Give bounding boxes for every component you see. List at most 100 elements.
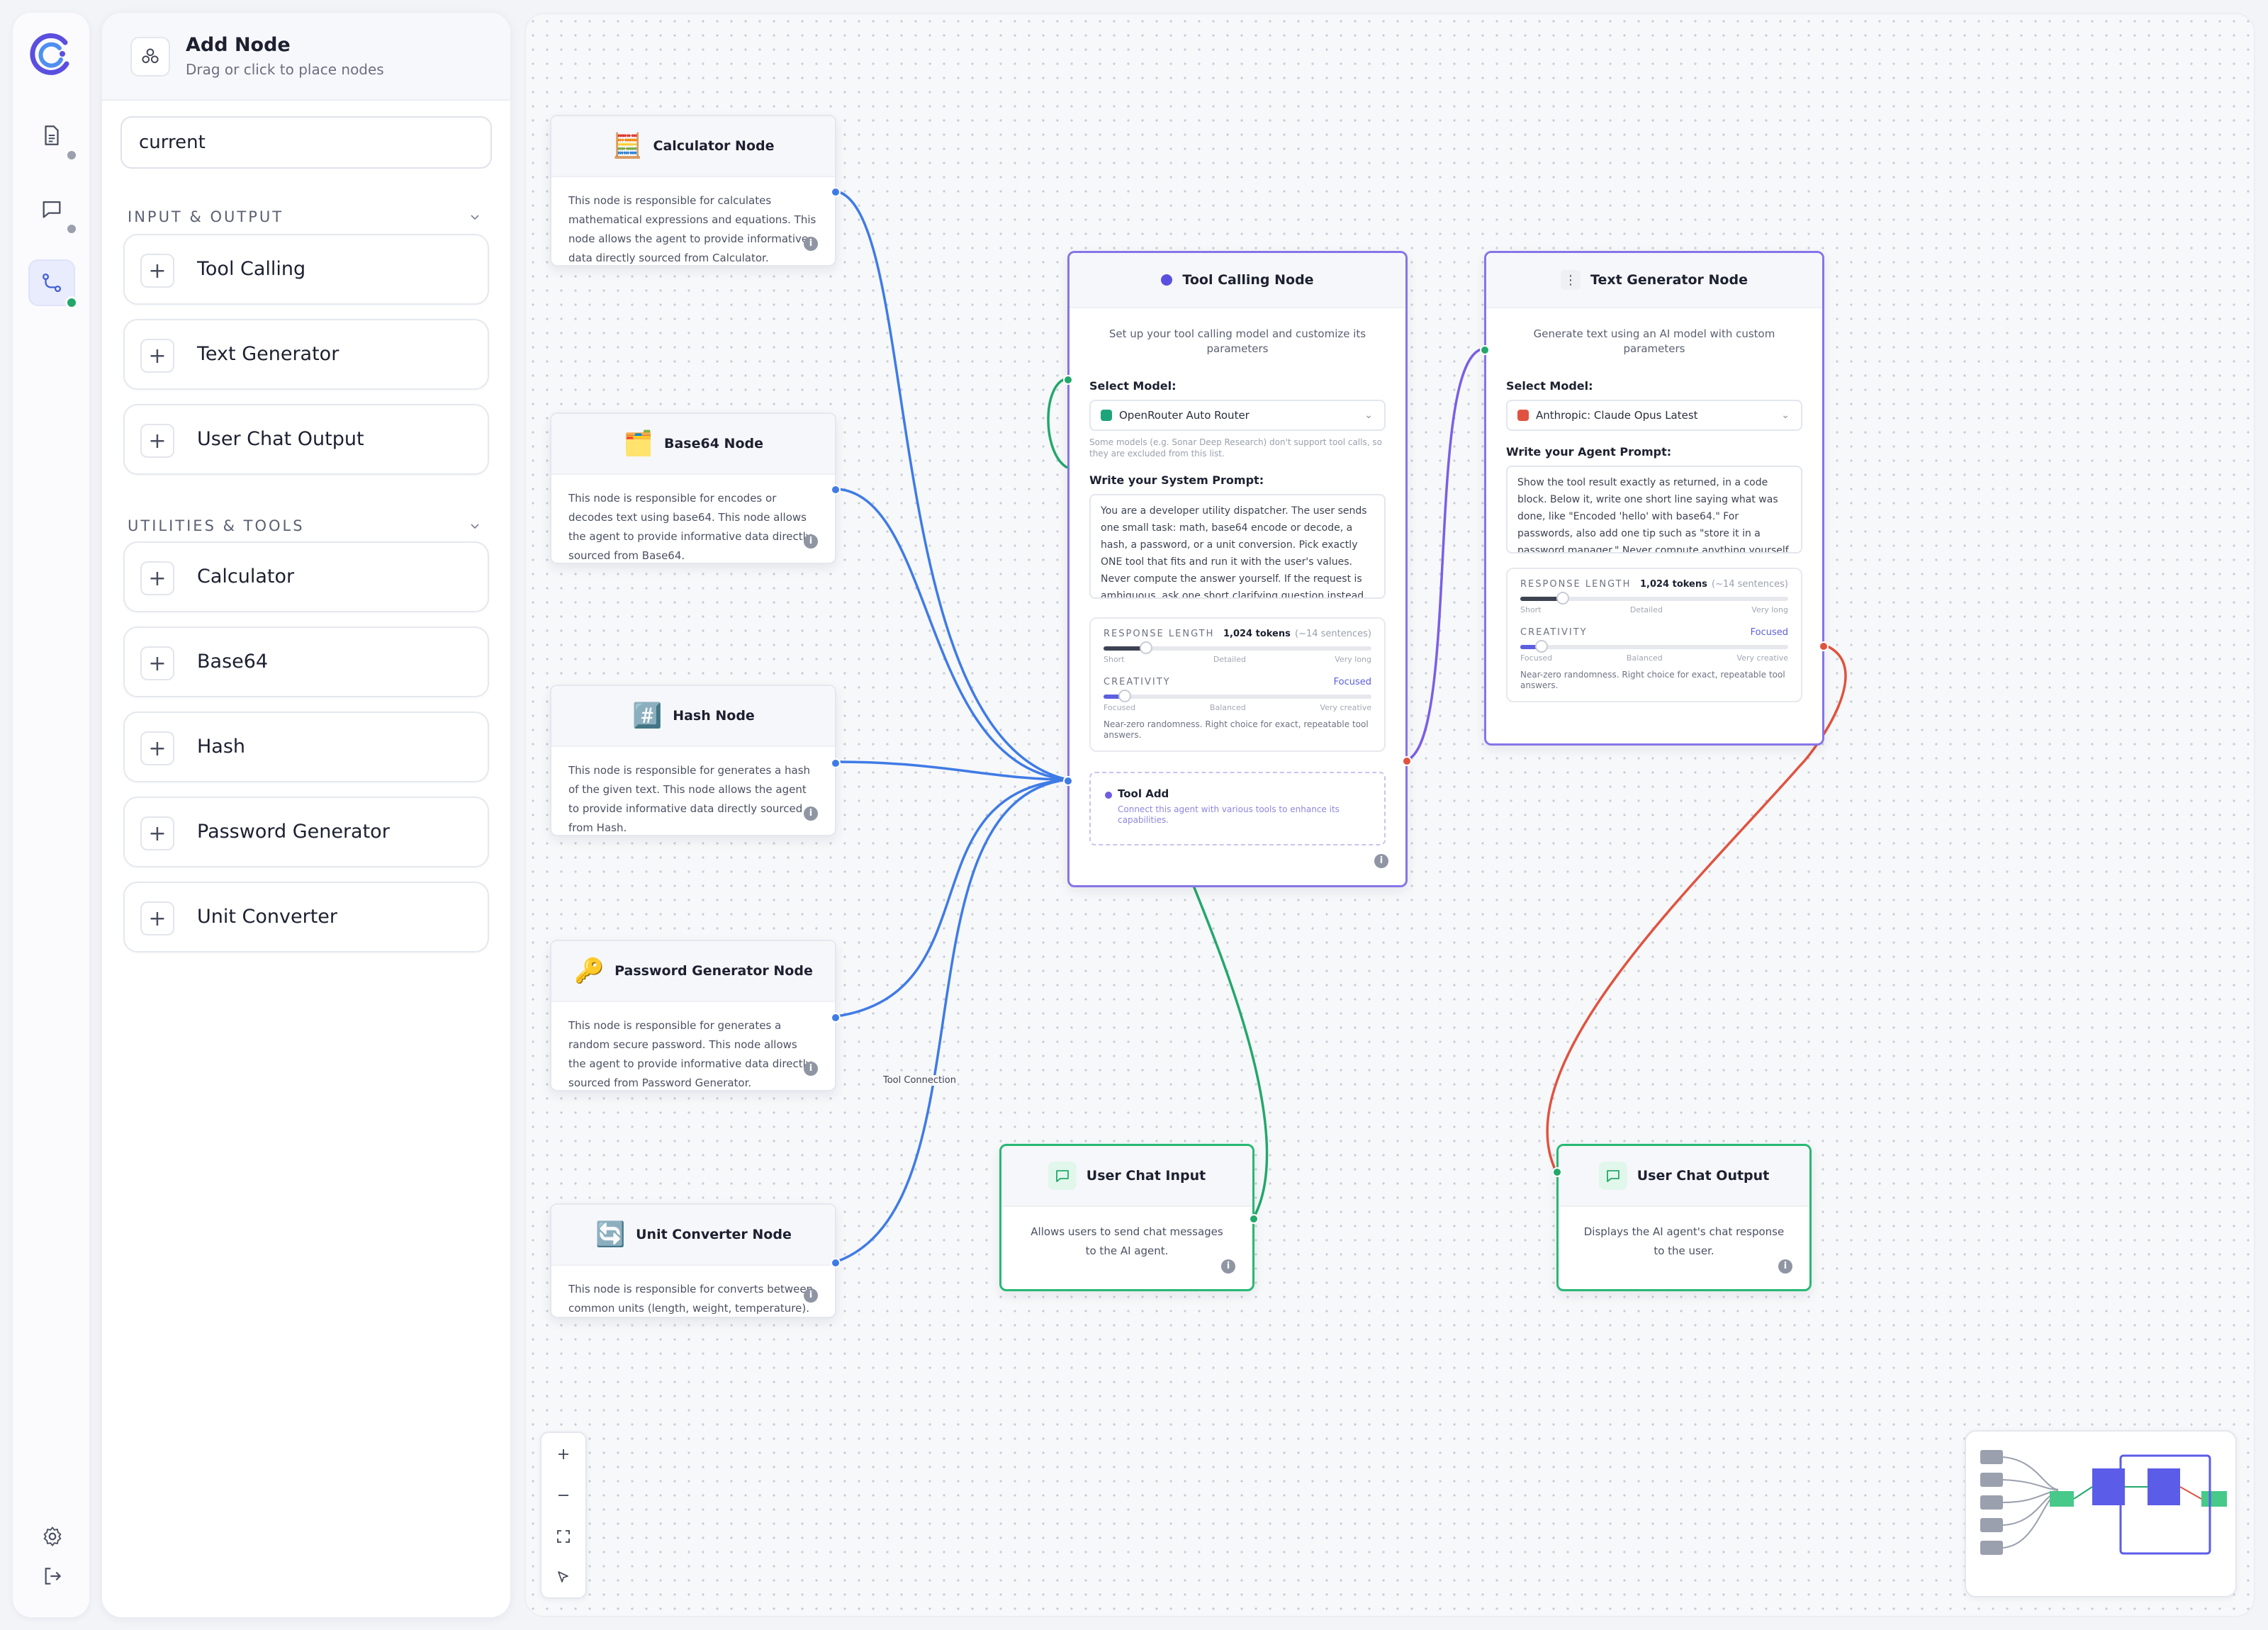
panel-item-label: User Chat Output (197, 428, 364, 450)
info-icon[interactable]: i (804, 1062, 818, 1076)
output-port[interactable] (1819, 641, 1829, 651)
input-port[interactable] (1063, 375, 1073, 385)
base64-node[interactable]: 🗂️ Base64 Node This node is responsible … (550, 412, 841, 564)
info-icon[interactable]: i (804, 237, 818, 251)
response-length-row: RESPONSE LENGTH 1,024 tokens (~14 senten… (1104, 629, 1371, 639)
tool-add-description: Connect this agent with various tools to… (1118, 804, 1340, 825)
panel-item-hash[interactable]: + Hash (123, 712, 489, 782)
calculator-icon: 🧮 (612, 132, 643, 160)
document-icon (45, 125, 59, 145)
zoom-in-button[interactable] (541, 1434, 585, 1474)
search-input[interactable] (120, 116, 492, 169)
info-icon[interactable]: i (1374, 854, 1388, 868)
password-generator-node[interactable]: 🔑 Password Generator Node This node is r… (550, 940, 841, 1091)
info-icon[interactable]: i (804, 534, 818, 549)
node-header: 🔑 Password Generator Node (551, 941, 835, 1002)
output-port[interactable] (831, 758, 841, 768)
panel-item-password-generator[interactable]: + Password Generator (123, 797, 489, 867)
panel-item-label: Unit Converter (197, 906, 338, 928)
zoom-out-button[interactable] (541, 1476, 585, 1515)
info-icon[interactable]: i (804, 1288, 818, 1303)
panel-item-text-generator[interactable]: + Text Generator (123, 319, 489, 390)
model-provider-icon (1101, 410, 1112, 421)
response-length-slider[interactable] (1520, 592, 1788, 605)
tool-input-port[interactable] (1063, 776, 1073, 786)
node-header: #️⃣ Hash Node (551, 686, 835, 747)
creativity-slider[interactable] (1520, 640, 1788, 653)
hash-node[interactable]: #️⃣ Hash Node This node is responsible f… (550, 685, 841, 836)
node-description: This node is responsible for generates a… (568, 1019, 812, 1089)
model-select-value: OpenRouter Auto Router (1119, 409, 1250, 422)
output-port[interactable] (831, 187, 841, 197)
response-length-slider[interactable] (1104, 641, 1371, 654)
panel-item-calculator[interactable]: + Calculator (123, 541, 489, 612)
text-generator-icon: ⋮ (1561, 270, 1581, 290)
output-port[interactable] (831, 485, 841, 495)
nodes-icon (130, 37, 170, 77)
response-length-row: RESPONSE LENGTH 1,024 tokens (~14 senten… (1520, 579, 1788, 590)
tick-label: Balanced (1209, 703, 1246, 712)
interactive-toggle-button[interactable] (541, 1558, 585, 1597)
model-select[interactable]: Anthropic: Claude Opus Latest ⌄ (1506, 400, 1802, 431)
user-chat-input-node[interactable]: User Chat Input Allows users to send cha… (999, 1144, 1259, 1291)
calculator-node[interactable]: 🧮 Calculator Node This node is responsib… (550, 115, 841, 266)
node-title: User Chat Input (1086, 1168, 1206, 1184)
output-port[interactable] (831, 1258, 841, 1268)
panel-item-tool-calling[interactable]: + Tool Calling (123, 234, 489, 305)
plus-icon: + (140, 424, 174, 458)
output-port[interactable] (1249, 1214, 1259, 1224)
text-generator-node[interactable]: ⋮ Text Generator Node Generate text usin… (1480, 251, 1829, 746)
output-port[interactable] (831, 1013, 841, 1023)
section-heading: INPUT & OUTPUT (128, 208, 284, 225)
input-port[interactable] (1552, 1167, 1562, 1177)
info-icon[interactable]: i (804, 806, 818, 821)
tick-label: Short (1520, 605, 1542, 614)
panel-item-label: Hash (197, 736, 246, 758)
panel-item-base64[interactable]: + Base64 (123, 626, 489, 697)
info-icon[interactable]: i (1778, 1259, 1792, 1274)
section-header-input-output[interactable]: INPUT & OUTPUT (128, 208, 482, 225)
node-description: Allows users to send chat messages to th… (1031, 1225, 1223, 1257)
creativity-value: Focused (1333, 677, 1371, 687)
zoom-in-icon (558, 1449, 568, 1459)
node-title: Text Generator Node (1590, 272, 1748, 288)
key-icon: 🔑 (573, 957, 605, 985)
tool-add-dropzone[interactable]: Tool Add Connect this agent with various… (1089, 772, 1386, 845)
tick-label: Focused (1520, 653, 1553, 663)
section-header-utilities-tools[interactable]: UTILITIES & TOOLS (128, 517, 482, 534)
plus-icon: + (140, 254, 174, 288)
panel-item-user-chat-output[interactable]: + User Chat Output (123, 404, 489, 475)
agent-prompt-input[interactable]: Show the tool result exactly as returned… (1506, 466, 1802, 553)
user-chat-output-node[interactable]: User Chat Output Displays the AI agent's… (1552, 1144, 1812, 1291)
sidebar-item-chat[interactable] (28, 186, 78, 235)
logout-button[interactable] (38, 1562, 67, 1590)
icon-rail (13, 13, 89, 1617)
output-port[interactable] (1402, 756, 1412, 766)
sidebar-item-documents[interactable] (28, 112, 78, 162)
panel-item-unit-converter[interactable]: + Unit Converter (123, 882, 489, 952)
input-port[interactable] (1480, 345, 1490, 355)
minimap[interactable] (1965, 1430, 2237, 1597)
creativity-slider[interactable] (1104, 690, 1371, 702)
info-icon[interactable]: i (1221, 1259, 1235, 1274)
settings-button[interactable] (38, 1522, 67, 1551)
model-note: Some models (e.g. Sonar Deep Research) d… (1089, 437, 1382, 459)
tool-calling-node[interactable]: Tool Calling Node Set up your tool calli… (1063, 251, 1412, 887)
unit-converter-node[interactable]: 🔄 Unit Converter Node This node is respo… (550, 1203, 841, 1318)
minimap-node (2148, 1468, 2180, 1505)
response-length-ticks: Short Detailed Very long (1520, 605, 1788, 614)
app-logo[interactable] (24, 27, 78, 81)
fit-view-button[interactable] (541, 1517, 585, 1556)
hash-icon: #️⃣ (632, 702, 663, 730)
workflow-icon (42, 273, 62, 293)
status-dot (65, 296, 78, 309)
creativity-row: CREATIVITY Focused (1104, 677, 1371, 687)
minimap-node (1980, 1473, 2003, 1487)
response-length-label: RESPONSE LENGTH (1104, 629, 1215, 639)
system-prompt-input[interactable]: You are a developer utility dispatcher. … (1089, 494, 1386, 599)
model-select[interactable]: OpenRouter Auto Router ⌄ (1089, 400, 1386, 431)
node-description: Set up your tool calling model and custo… (1108, 327, 1366, 355)
tick-label: Very creative (1320, 703, 1371, 712)
sidebar-item-workflow[interactable] (28, 259, 78, 309)
creativity-description: Near-zero randomness. Right choice for e… (1104, 719, 1369, 740)
